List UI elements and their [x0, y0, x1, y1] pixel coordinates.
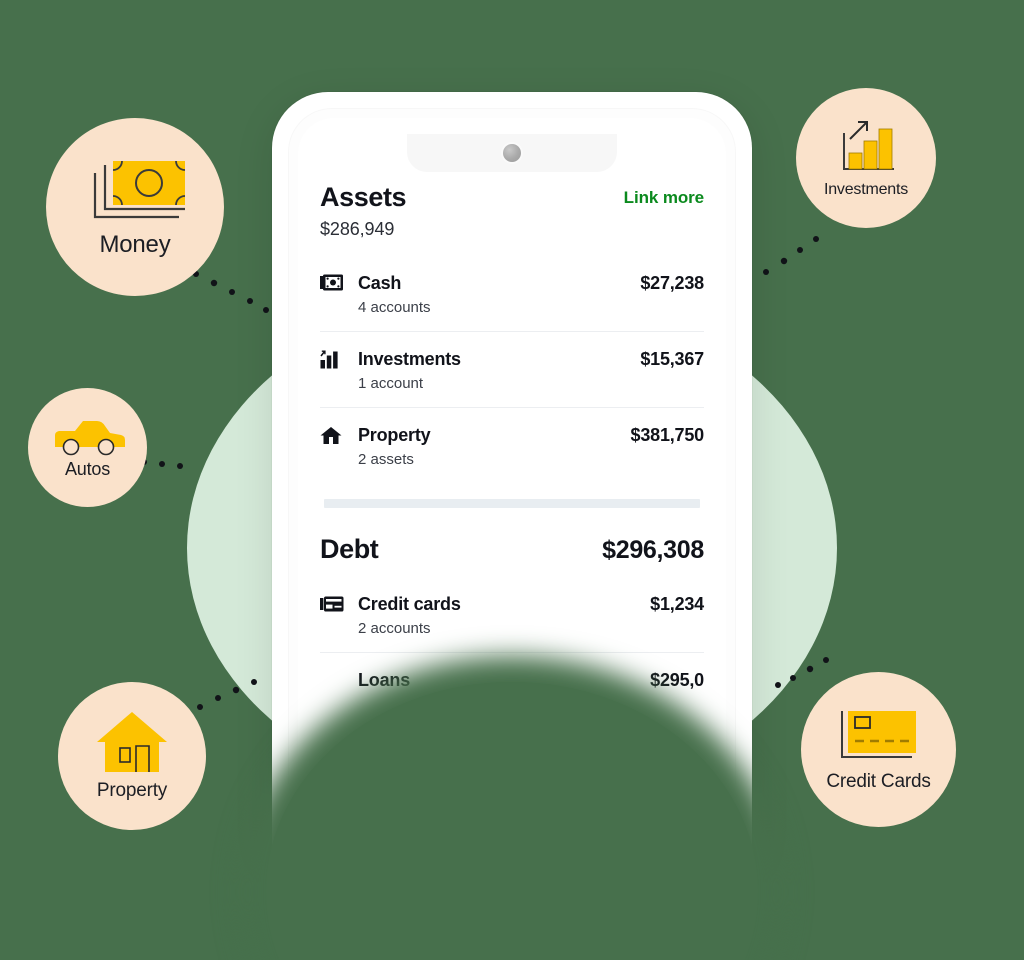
car-icon	[49, 416, 127, 456]
account-subtext: 4 accounts	[358, 299, 431, 317]
badge-label: Autos	[64, 458, 111, 479]
house-icon	[95, 710, 169, 774]
badge-property[interactable]: Property	[58, 682, 206, 830]
assets-row-list: Cash $27,238 4 accounts Investments $15,…	[320, 256, 704, 483]
account-amount: $295,0	[650, 669, 704, 690]
app-content: Assets $286,949 Link more Cash $27,238 4…	[298, 172, 726, 727]
link-more-button[interactable]: Link more	[624, 182, 704, 208]
badge-autos[interactable]: Autos	[28, 388, 147, 507]
cash-icon	[320, 272, 346, 294]
banknote-icon	[81, 155, 189, 225]
account-name: Property	[358, 424, 431, 445]
credit-card-icon	[320, 593, 346, 615]
badge-label: Property	[96, 780, 168, 801]
phone-mockup: Assets $286,949 Link more Cash $27,238 4…	[266, 92, 758, 960]
account-name: Cash	[358, 272, 402, 293]
assets-subtotal: $286,949	[320, 219, 395, 240]
account-amount: $381,750	[630, 424, 705, 445]
account-amount: $27,238	[640, 272, 704, 293]
section-divider	[324, 499, 700, 509]
camera-dot-icon	[503, 144, 521, 162]
badge-credit[interactable]: Credit Cards	[801, 672, 956, 827]
assets-title: Assets	[320, 182, 407, 212]
account-subtext: 1 account	[358, 375, 424, 393]
account-amount: $15,367	[640, 348, 704, 369]
debt-total: $296,308	[602, 536, 704, 565]
debt-title: Debt	[320, 534, 379, 565]
credit-card-badge-icon	[836, 707, 922, 765]
investments-icon	[320, 348, 346, 370]
badge-investments[interactable]: Investments	[796, 88, 936, 228]
account-name: Credit cards	[358, 593, 461, 614]
account-name: Investments	[358, 348, 461, 369]
home-icon	[320, 424, 346, 446]
account-subtext: 2 assets	[358, 451, 414, 469]
account-amount: $1,234	[650, 593, 704, 614]
illustration-stage: Assets $286,949 Link more Cash $27,238 4…	[0, 0, 1024, 960]
phone-notch	[407, 134, 617, 172]
loans-icon	[320, 669, 346, 691]
debt-header: Debt $296,308	[320, 508, 704, 565]
badge-label: Credit Cards	[826, 770, 931, 792]
table-row[interactable]: Investments $15,367 1 account	[320, 332, 704, 409]
table-row[interactable]: Cash $27,238 4 accounts	[320, 256, 704, 333]
table-row[interactable]: Credit cards $1,234 2 accounts	[320, 577, 704, 654]
badge-money[interactable]: Money	[46, 118, 224, 296]
badge-label: Money	[99, 231, 171, 258]
table-row[interactable]: Property $381,750 2 assets	[320, 408, 704, 483]
bar-chart-arrow-icon	[834, 117, 898, 177]
assets-header: Assets $286,949 Link more	[320, 172, 704, 240]
badge-label: Investments	[823, 181, 909, 198]
account-subtext: 2 accounts	[358, 620, 431, 638]
